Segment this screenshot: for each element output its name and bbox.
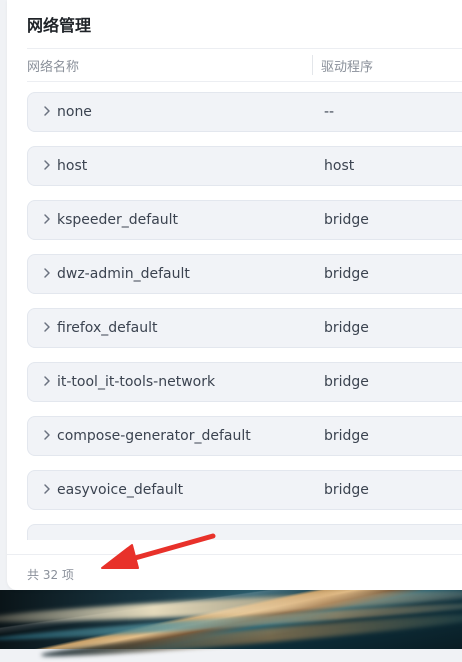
network-row[interactable]: host host: [27, 146, 462, 186]
chevron-right-icon: [44, 322, 50, 332]
network-driver: host: [324, 158, 355, 174]
total-count: 共 32 项: [27, 568, 74, 582]
network-management-panel: 网络管理 网络名称 驱动程序 none -- host host kspeede…: [7, 0, 462, 590]
network-row[interactable]: none --: [27, 92, 462, 132]
chevron-right-icon: [44, 376, 50, 386]
network-name: dwz-admin_default: [57, 266, 190, 282]
network-row[interactable]: it-tool_it-tools-network bridge: [27, 362, 462, 402]
network-name: compose-generator_default: [57, 428, 251, 444]
network-driver: bridge: [324, 320, 369, 336]
column-header-name: 网络名称: [27, 60, 80, 75]
network-name: host: [57, 158, 88, 174]
chevron-right-icon: [44, 268, 50, 278]
network-row[interactable]: compose-generator_default bridge: [27, 416, 462, 456]
network-name: it-tool_it-tools-network: [57, 374, 216, 390]
desktop-wallpaper: [0, 584, 462, 662]
network-name: none: [57, 104, 92, 120]
network-name: firefox_default: [57, 320, 158, 336]
network-row[interactable]: easyvoice_default bridge: [27, 470, 462, 510]
chevron-right-icon: [44, 214, 50, 224]
network-driver: bridge: [324, 374, 369, 390]
network-row-partial[interactable]: [27, 524, 462, 540]
chevron-right-icon: [44, 106, 50, 116]
panel-title: 网络管理: [27, 16, 92, 35]
network-row[interactable]: firefox_default bridge: [27, 308, 462, 348]
network-driver: --: [324, 104, 335, 120]
column-divider: [312, 55, 313, 75]
network-driver: bridge: [324, 266, 369, 282]
chevron-right-icon: [44, 484, 50, 494]
network-name: easyvoice_default: [57, 482, 184, 498]
network-driver: bridge: [324, 482, 369, 498]
footer-divider: [7, 554, 462, 555]
chevron-right-icon: [44, 160, 50, 170]
network-driver: bridge: [324, 212, 369, 228]
network-row[interactable]: kspeeder_default bridge: [27, 200, 462, 240]
network-name: kspeeder_default: [57, 212, 179, 228]
network-list[interactable]: none -- host host kspeeder_default bridg…: [27, 92, 462, 540]
chevron-right-icon: [44, 430, 50, 440]
network-driver: bridge: [324, 428, 369, 444]
table-header: 网络名称 驱动程序: [27, 48, 462, 82]
network-row[interactable]: dwz-admin_default bridge: [27, 254, 462, 294]
column-header-driver: 驱动程序: [321, 60, 374, 75]
